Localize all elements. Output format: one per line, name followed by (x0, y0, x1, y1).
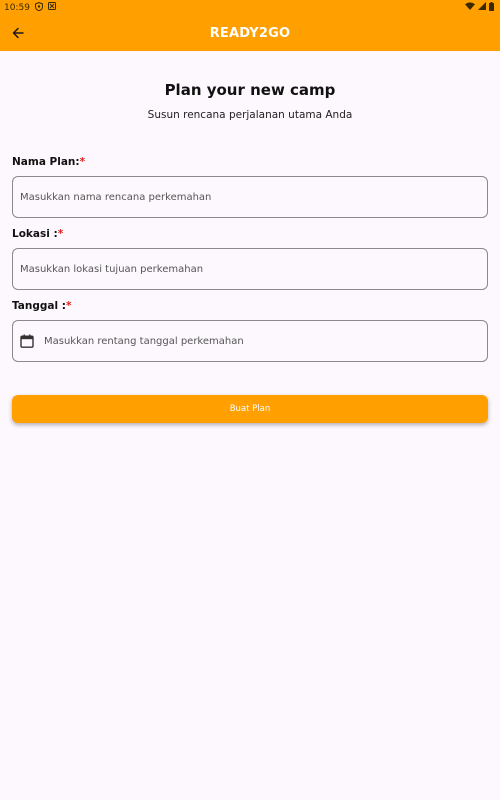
notification-icon (47, 2, 56, 13)
shield-icon (34, 1, 43, 14)
page-title: Plan your new camp (164, 81, 336, 99)
app-bar: READY2GO (0, 15, 500, 51)
required-mark: * (79, 156, 86, 168)
name-label-text: Nama Plan: (12, 156, 80, 168)
name-label: Nama Plan:* (12, 156, 85, 168)
date-label-text: Tanggal : (12, 300, 66, 312)
status-left: 10:59 (4, 1, 56, 14)
location-input[interactable] (20, 263, 487, 275)
status-bar: 10:59 (0, 0, 500, 15)
date-input[interactable] (44, 335, 487, 347)
page-subtitle: Susun rencana perjalanan utama Anda (147, 109, 353, 121)
status-time: 10:59 (4, 2, 30, 13)
back-button[interactable] (8, 23, 28, 43)
location-label: Lokasi :* (12, 228, 63, 240)
required-mark: * (65, 300, 72, 312)
name-input[interactable] (20, 191, 487, 203)
status-right (465, 1, 494, 14)
arrow-left-icon (12, 27, 24, 39)
required-mark: * (57, 228, 64, 240)
location-field[interactable] (12, 248, 488, 290)
name-field[interactable] (12, 176, 488, 218)
create-plan-button[interactable]: Buat Plan (12, 395, 488, 423)
date-field[interactable] (12, 320, 488, 362)
calendar-icon[interactable] (20, 333, 36, 349)
app-title: READY2GO (209, 25, 291, 41)
battery-icon (489, 1, 494, 14)
date-label: Tanggal :* (12, 300, 71, 312)
location-label-text: Lokasi : (12, 228, 58, 240)
wifi-icon (465, 2, 475, 13)
signal-icon (478, 2, 486, 13)
